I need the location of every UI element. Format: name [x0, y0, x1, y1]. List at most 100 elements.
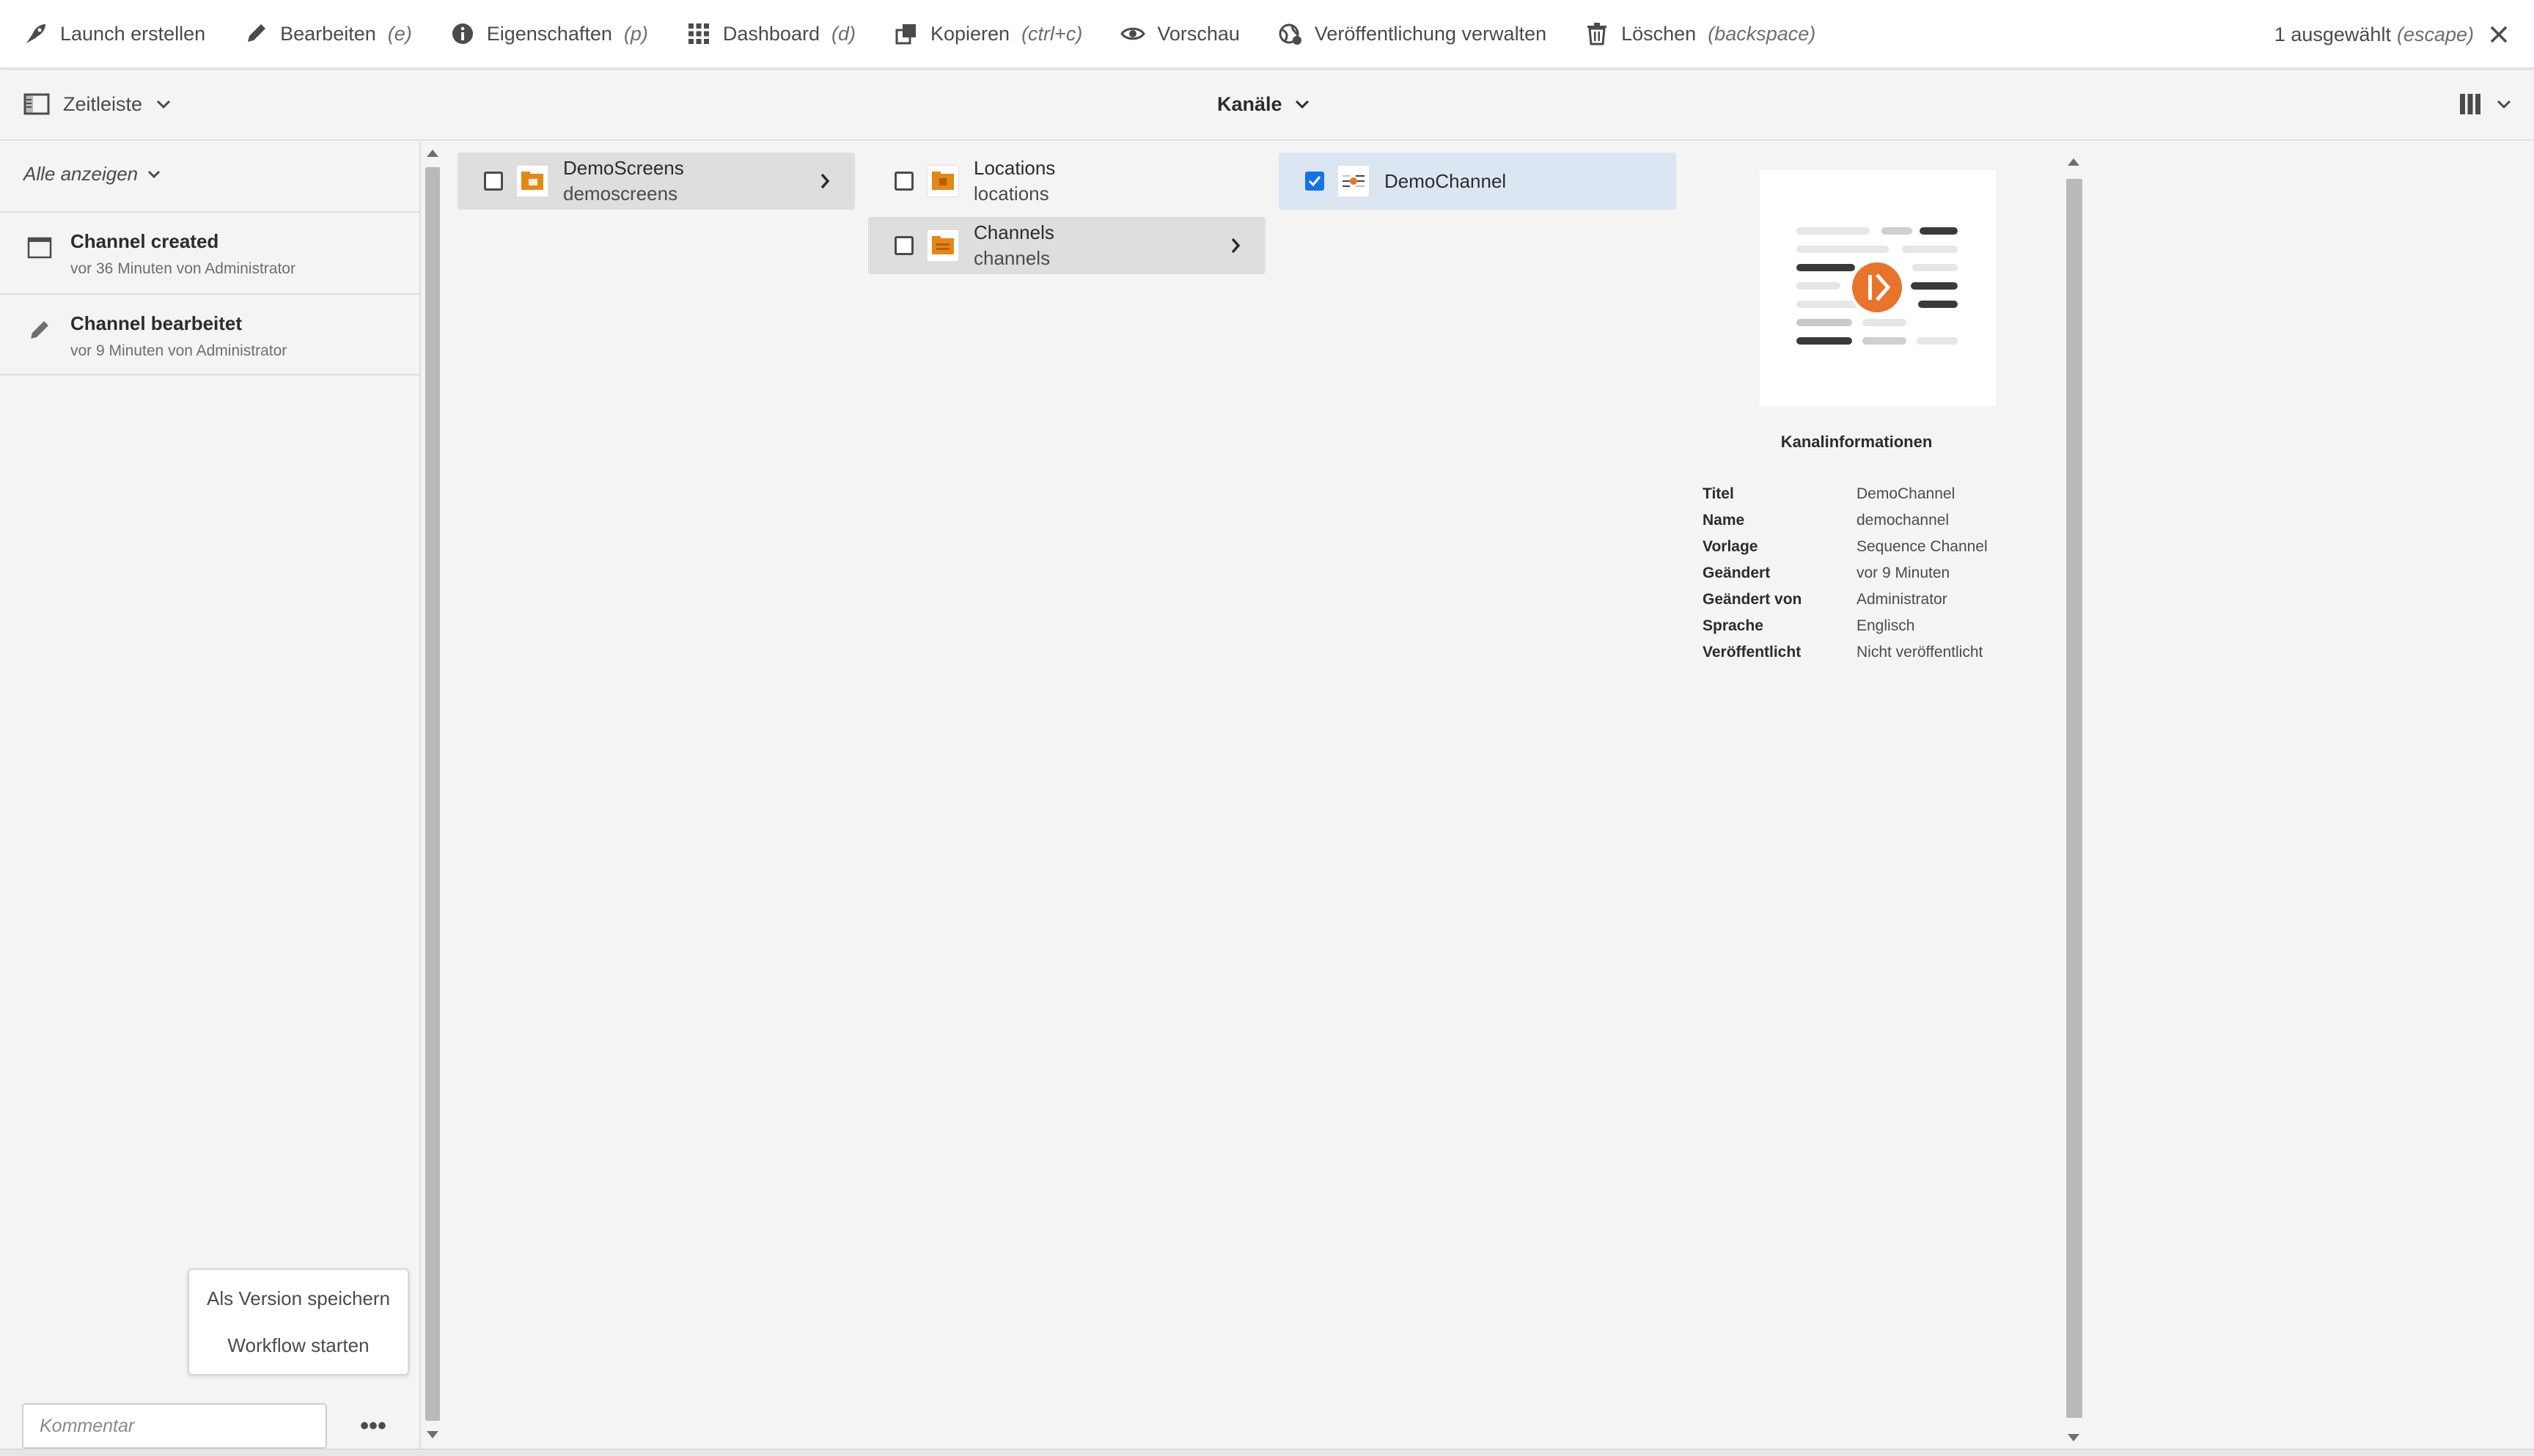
pencil-icon: [243, 21, 268, 46]
channel-preview-thumbnail: [1760, 170, 1996, 406]
bearbeiten-shortcut: (e): [387, 22, 412, 45]
view-title-dropdown[interactable]: Kanäle: [1217, 70, 1310, 138]
eigenschaften-shortcut: (p): [623, 22, 648, 45]
column-view-icon: [2458, 92, 2483, 117]
more-actions-button[interactable]: •••: [355, 1408, 392, 1444]
item-title: Locations: [974, 157, 1056, 179]
start-workflow-menu-item[interactable]: Workflow starten: [189, 1334, 408, 1357]
item-title: Channels: [974, 221, 1054, 243]
dashboard-shortcut: (d): [831, 22, 856, 45]
folder-icon: [516, 165, 548, 197]
column-item-demochannel[interactable]: DemoChannel: [1279, 152, 1676, 210]
save-as-version-menu-item[interactable]: Als Version speichern: [189, 1287, 408, 1310]
channel-thumbnail-icon: [1337, 165, 1370, 197]
folder-icon: [927, 165, 959, 197]
close-selection-button[interactable]: [2489, 24, 2509, 45]
rail-scrollbar[interactable]: [424, 145, 441, 1441]
checkmark-icon: [1308, 176, 1321, 187]
eigenschaften-button[interactable]: Eigenschaften (p): [450, 0, 664, 68]
loeschen-shortcut: (backspace): [1708, 22, 1816, 45]
kopieren-label: Kopieren: [930, 22, 1010, 45]
scroll-up-arrow[interactable]: [2068, 158, 2079, 166]
channel-properties: Titel DemoChannel Name demochannel Vorla…: [1703, 481, 1988, 666]
veroeffentlichung-verwalten-button[interactable]: Veröffentlichung verwalten: [1278, 0, 1562, 68]
scrollbar-thumb[interactable]: [425, 167, 440, 1421]
view-switcher-button[interactable]: [2458, 70, 2512, 138]
timeline-event-title: Channel bearbeitet: [70, 312, 243, 334]
bearbeiten-button[interactable]: Bearbeiten (e): [243, 0, 428, 68]
secondary-bar: Zeitleiste Kanäle: [0, 70, 2534, 141]
grid-icon: [686, 21, 711, 46]
horizontal-scrollbar[interactable]: [0, 1449, 2534, 1456]
timeline-event[interactable]: Channel created vor 36 Minuten von Admin…: [0, 211, 421, 293]
item-checkbox[interactable]: [895, 172, 914, 191]
column-item-demoscreens[interactable]: DemoScreens demoscreens: [458, 152, 855, 210]
kopieren-shortcut: (ctrl+c): [1021, 22, 1083, 45]
vorschau-button[interactable]: Vorschau: [1120, 0, 1256, 68]
property-value: Administrator: [1857, 591, 1947, 608]
pencil-icon: [26, 317, 53, 343]
timeline-event-meta: vor 9 Minuten von Administrator: [70, 342, 287, 359]
chevron-right-icon: [814, 170, 836, 192]
calendar-icon: [26, 235, 53, 261]
item-name: channels: [974, 247, 1051, 269]
globe-icon: [1278, 21, 1303, 46]
property-row: Geändert vor 9 Minuten: [1703, 560, 1988, 587]
rail-actions-popover: Als Version speichern Workflow starten: [188, 1268, 409, 1375]
view-title: Kanäle: [1217, 92, 1282, 115]
property-row: Titel DemoChannel: [1703, 481, 1988, 507]
veroeffentlichung-verwalten-label: Veröffentlichung verwalten: [1314, 22, 1547, 45]
selection-count: 1 ausgewählt: [2274, 23, 2391, 45]
column-item-locations[interactable]: Locations locations: [868, 152, 1266, 210]
chevron-down-icon: [147, 169, 161, 180]
column-item-channels[interactable]: Channels channels: [868, 217, 1266, 274]
eye-icon: [1120, 21, 1146, 46]
info-icon: [450, 21, 475, 46]
item-name: locations: [974, 183, 1049, 205]
scroll-down-arrow[interactable]: [2068, 1434, 2079, 1441]
sequence-channel-illustration: [1796, 227, 1958, 345]
timeline-events: Channel created vor 36 Minuten von Admin…: [0, 211, 421, 375]
property-row: Name demochannel: [1703, 507, 1988, 534]
item-checkbox[interactable]: [895, 236, 914, 255]
property-key: Geändert: [1703, 565, 1771, 581]
property-key: Name: [1703, 512, 1745, 529]
property-key: Sprache: [1703, 617, 1763, 634]
dashboard-button[interactable]: Dashboard (d): [686, 0, 872, 68]
rail-toggle-dropdown[interactable]: Zeitleiste: [23, 70, 172, 138]
rocket-icon: [23, 21, 48, 46]
property-row: Geändert von Administrator: [1703, 587, 1988, 613]
scroll-down-arrow[interactable]: [427, 1431, 438, 1438]
scrollbar-thumb[interactable]: [2066, 179, 2082, 1418]
chevron-down-icon: [1294, 98, 1310, 110]
property-value: DemoChannel: [1857, 485, 1955, 502]
rail-toggle-label: Zeitleiste: [63, 92, 143, 115]
loeschen-button[interactable]: Löschen (backspace): [1584, 0, 1832, 68]
comment-input[interactable]: [22, 1403, 327, 1449]
timeline-rail: Alle anzeigen Channel created vor 36 Min…: [0, 142, 421, 1450]
scroll-up-arrow[interactable]: [427, 150, 438, 157]
timeline-event-title: Channel created: [70, 230, 219, 252]
property-key: Titel: [1703, 485, 1734, 502]
timeline-event[interactable]: Channel bearbeitet vor 9 Minuten von Adm…: [0, 293, 421, 375]
action-bar: Launch erstellen Bearbeiten (e) Eigensch…: [0, 0, 2534, 69]
preview-heading: Kanalinformationen: [1780, 433, 1933, 451]
trash-icon: [1584, 21, 1609, 46]
chevron-right-icon: [1224, 235, 1246, 257]
chevron-down-icon: [155, 98, 172, 110]
property-key: Veröffentlicht: [1703, 644, 1802, 661]
loeschen-label: Löschen: [1621, 22, 1697, 45]
selection-shortcut: (escape): [2396, 23, 2474, 45]
kopieren-button[interactable]: Kopieren (ctrl+c): [894, 0, 1098, 68]
item-title: DemoScreens: [563, 157, 684, 179]
bearbeiten-label: Bearbeiten: [280, 22, 376, 45]
item-checkbox-checked[interactable]: [1305, 172, 1324, 191]
launch-erstellen-button[interactable]: Launch erstellen: [23, 0, 221, 68]
property-row: Sprache Englisch: [1703, 613, 1988, 639]
timeline-filter-label: Alle anzeigen: [23, 163, 139, 185]
column-view-scrollbar[interactable]: [2065, 154, 2084, 1444]
launch-erstellen-label: Launch erstellen: [60, 22, 206, 45]
item-checkbox[interactable]: [484, 172, 503, 191]
timeline-filter-dropdown[interactable]: Alle anzeigen: [23, 163, 161, 185]
property-key: Geändert von: [1703, 591, 1802, 608]
